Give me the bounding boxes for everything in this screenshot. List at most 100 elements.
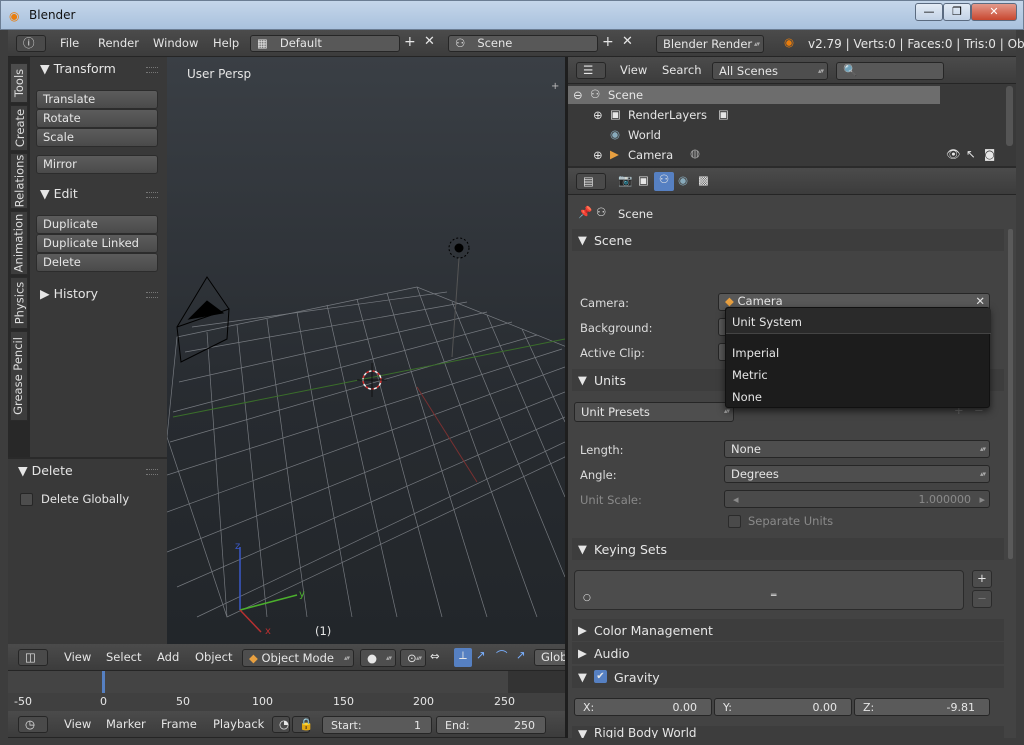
viewport-menu-select[interactable]: Select xyxy=(106,650,141,664)
translate-manipulator-icon[interactable]: ⟂ xyxy=(454,648,472,667)
minimize-button[interactable]: — xyxy=(915,3,943,21)
length-dropdown[interactable]: None xyxy=(724,440,990,458)
increment-arrow-icon[interactable]: ▸ xyxy=(979,491,985,508)
tab-relations[interactable]: Relations xyxy=(10,153,28,209)
timeline-menu-frame[interactable]: Frame xyxy=(161,717,197,731)
list-resize-handle-icon[interactable]: ═ xyxy=(771,591,776,601)
timeline-menu-playback[interactable]: Playback xyxy=(213,717,264,731)
tab-physics[interactable]: Physics xyxy=(10,277,28,329)
outliner-editor-type-icon[interactable]: ☰ xyxy=(576,62,606,79)
pin-icon[interactable]: 📌 xyxy=(578,205,592,219)
timeline-track[interactable] xyxy=(8,671,565,693)
render-layers-tab-icon[interactable]: ▣ xyxy=(638,173,649,187)
duplicate-linked-button[interactable]: Duplicate Linked xyxy=(36,234,158,253)
menu-window[interactable]: Window xyxy=(153,36,198,50)
rotate-manipulator-icon[interactable]: ↗ xyxy=(476,648,486,662)
color-management-header[interactable]: ▶ Color Management xyxy=(572,619,1004,641)
remove-layout-icon[interactable]: ✕ xyxy=(424,34,435,49)
timeline-menu-view[interactable]: View xyxy=(64,717,91,731)
panel-grip-icon[interactable] xyxy=(146,192,158,198)
expand-icon[interactable]: ⊕ xyxy=(593,148,603,162)
scene-panel-header[interactable]: ▼ Scene xyxy=(572,229,1004,251)
mode-dropdown[interactable]: ◆ Object Mode xyxy=(242,649,354,667)
gravity-header[interactable]: ▼ ✔ Gravity xyxy=(572,666,1004,688)
visibility-eye-icon[interactable]: 👁 xyxy=(946,147,961,161)
duplicate-button[interactable]: Duplicate xyxy=(36,215,158,234)
unit-option-metric[interactable]: Metric xyxy=(732,368,768,382)
add-layout-icon[interactable]: + xyxy=(404,34,416,50)
menu-render[interactable]: Render xyxy=(98,36,139,50)
outliner-item-camera[interactable]: Camera xyxy=(628,148,673,162)
render-engine-dropdown[interactable]: Blender Render xyxy=(656,35,764,53)
menu-file[interactable]: File xyxy=(60,36,79,50)
viewport-menu-object[interactable]: Object xyxy=(195,650,232,664)
separate-units-checkbox[interactable] xyxy=(728,515,741,528)
world-tab-icon[interactable]: ◉ xyxy=(678,173,688,187)
timeline-area[interactable]: -50 0 50 100 150 200 250 xyxy=(8,671,565,711)
gravity-y-field[interactable]: Y: 0.00 xyxy=(714,698,852,716)
outliner-item-scene[interactable]: Scene xyxy=(608,88,643,102)
outliner-search-input[interactable]: 🔍 xyxy=(836,62,944,80)
shading-dropdown[interactable]: ● xyxy=(360,649,396,667)
combined-manipulator-icon[interactable]: ↗ xyxy=(516,648,526,662)
rotate-button[interactable]: Rotate xyxy=(36,109,158,128)
rigid-body-world-header[interactable]: ▼ Rigid Body World xyxy=(572,726,1004,738)
delete-button[interactable]: Delete xyxy=(36,253,158,272)
unit-option-imperial[interactable]: Imperial xyxy=(732,346,779,360)
collapse-icon[interactable]: ⊖ xyxy=(573,88,583,102)
mirror-button[interactable]: Mirror xyxy=(36,155,158,174)
toggle-properties-icon[interactable]: + xyxy=(551,81,559,92)
tab-create[interactable]: Create xyxy=(10,105,28,151)
lock-icon[interactable]: 🔒 xyxy=(292,716,313,733)
panel-grip-icon[interactable] xyxy=(146,67,158,73)
expand-icon[interactable]: ⊕ xyxy=(593,108,603,122)
panel-grip-icon[interactable] xyxy=(146,469,158,475)
selectability-cursor-icon[interactable]: ↖ xyxy=(966,147,976,161)
preview-range-icon[interactable]: ◔ xyxy=(272,716,290,733)
outliner-filter-dropdown[interactable]: All Scenes xyxy=(712,62,828,80)
info-editor-type-icon[interactable]: ⓘ xyxy=(16,35,46,52)
tab-animation[interactable]: Animation xyxy=(10,211,28,275)
keying-sets-list[interactable]: ○ ═ xyxy=(574,570,964,610)
scene-field[interactable]: ⚇ Scene xyxy=(448,35,598,52)
screen-layout-field[interactable]: ▦ Default xyxy=(250,35,400,52)
scale-manipulator-icon[interactable]: ⌒ xyxy=(496,648,508,664)
scale-button[interactable]: Scale xyxy=(36,128,158,147)
transform-panel-header[interactable]: ▼ Transform xyxy=(40,61,116,76)
delete-operator-header[interactable]: ▼ Delete xyxy=(18,463,73,478)
outliner-item-world[interactable]: World xyxy=(628,128,661,142)
outliner-scrollbar[interactable] xyxy=(1006,86,1013,146)
unit-presets-dropdown[interactable]: Unit Presets xyxy=(574,402,734,422)
pivot-dropdown[interactable]: ⊙ xyxy=(400,649,426,667)
gravity-x-field[interactable]: X: 0.00 xyxy=(574,698,712,716)
angle-dropdown[interactable]: Degrees xyxy=(724,465,990,483)
tab-tools[interactable]: Tools xyxy=(10,63,28,103)
maximize-button[interactable]: ❐ xyxy=(943,3,971,21)
start-frame-field[interactable]: Start: 1 xyxy=(322,716,432,734)
timeline-editor-type-icon[interactable]: ◷ xyxy=(18,716,48,733)
3d-viewport[interactable]: z y x User Persp (1) + xyxy=(167,57,565,644)
remove-keying-set-icon[interactable]: − xyxy=(972,590,992,608)
render-camera-icon[interactable]: ◙ xyxy=(984,147,995,161)
unit-option-none[interactable]: None xyxy=(732,390,762,404)
add-keying-set-icon[interactable]: + xyxy=(972,570,992,588)
orientation-dropdown[interactable]: Glob xyxy=(534,649,567,666)
end-frame-field[interactable]: End: 250 xyxy=(436,716,546,734)
timeline-menu-marker[interactable]: Marker xyxy=(106,717,146,731)
scene-tab-icon[interactable]: ⚇ xyxy=(654,172,674,191)
properties-editor-type-icon[interactable]: ▤ xyxy=(576,173,606,190)
decrement-arrow-icon[interactable]: ◂ xyxy=(733,493,739,506)
audio-header[interactable]: ▶ Audio xyxy=(572,642,1004,664)
add-scene-icon[interactable]: + xyxy=(602,34,614,50)
outliner-menu-search[interactable]: Search xyxy=(662,63,702,77)
delete-globally-checkbox[interactable] xyxy=(20,493,33,506)
outliner-menu-view[interactable]: View xyxy=(620,63,647,77)
viewport-menu-add[interactable]: Add xyxy=(157,650,179,664)
manipulator-toggle-icon[interactable]: ⇔ xyxy=(430,649,440,663)
panel-grip-icon[interactable] xyxy=(146,292,158,298)
menu-help[interactable]: Help xyxy=(213,36,239,50)
texture-tab-icon[interactable]: ▩ xyxy=(698,173,709,187)
list-filter-icon[interactable]: ○ xyxy=(583,593,591,603)
tab-grease-pencil[interactable]: Grease Pencil xyxy=(10,331,28,421)
gravity-checkbox[interactable]: ✔ xyxy=(594,670,607,683)
